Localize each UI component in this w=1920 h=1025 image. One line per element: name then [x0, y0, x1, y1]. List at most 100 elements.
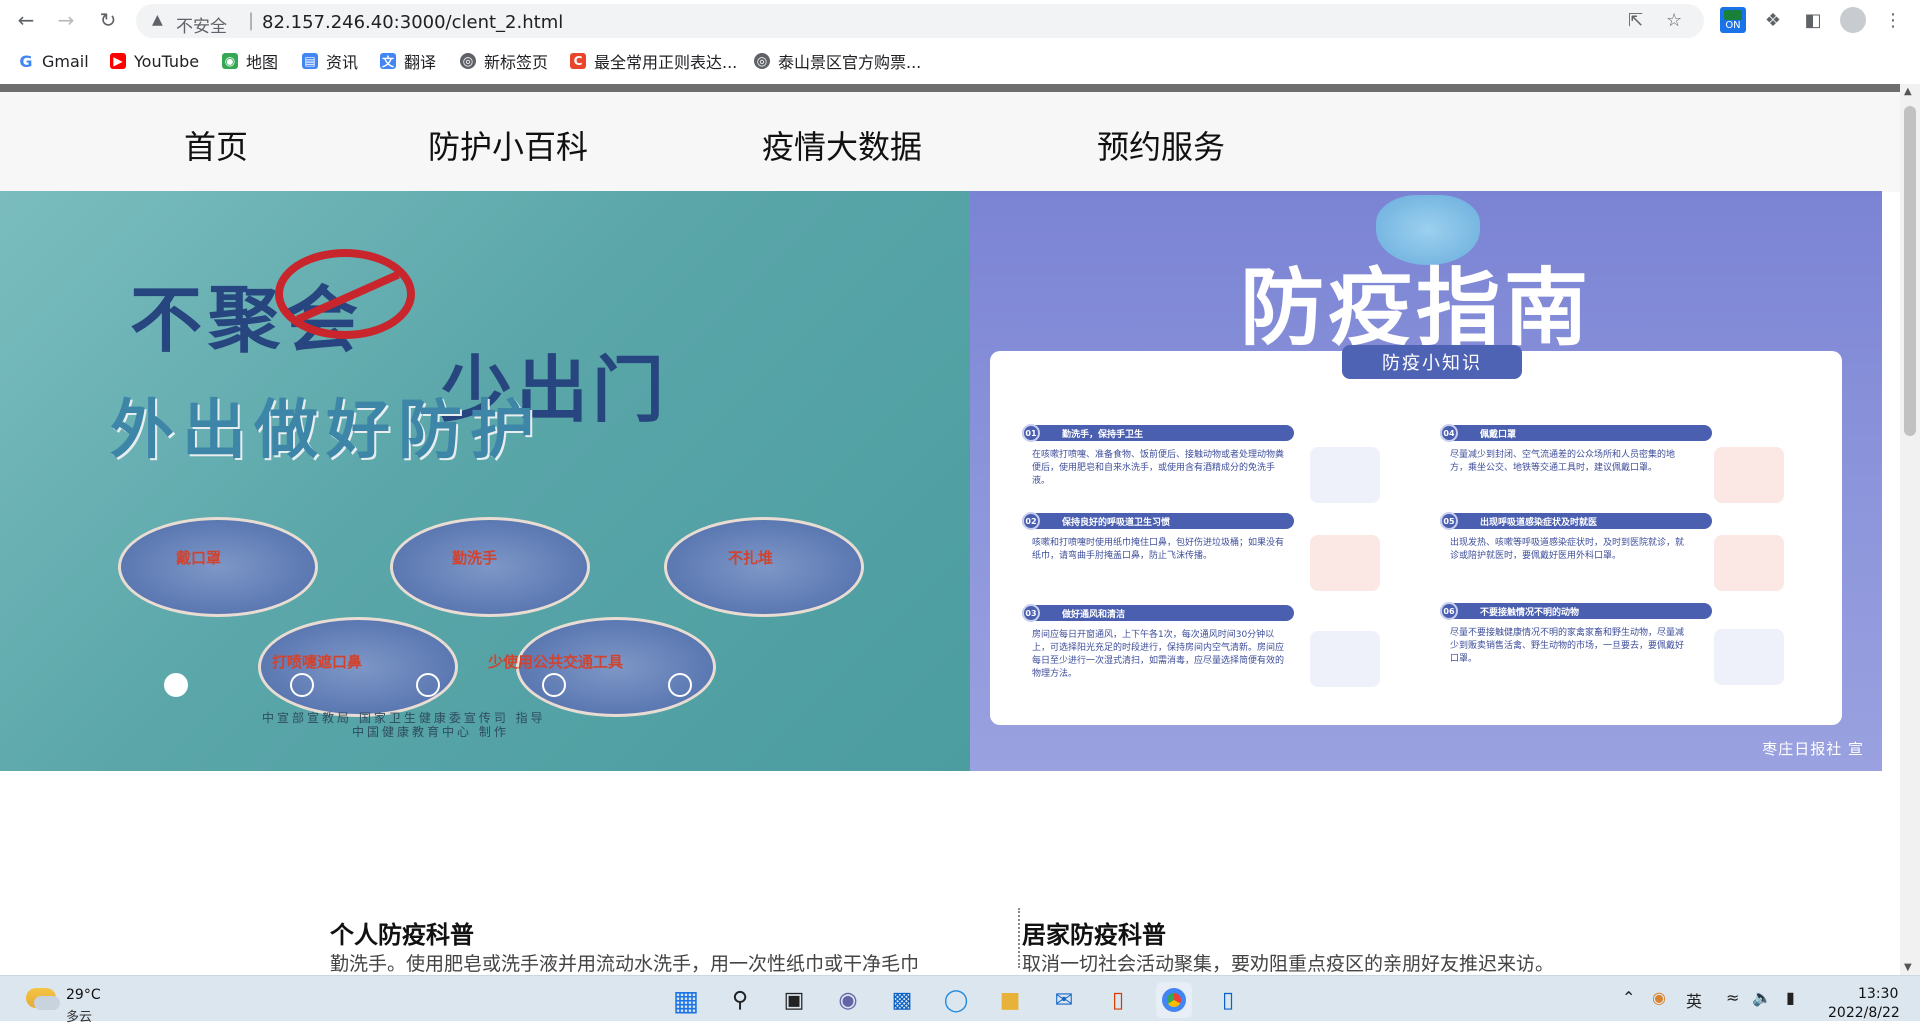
weather-temperature[interactable]: 29°C	[66, 987, 101, 1003]
poster-guide: 防疫指南 防疫小知识 01 勤洗手，保持手卫生 在咳嗽打喷嚏、准备食物、饭前便后、…	[970, 191, 1882, 771]
mask-illustration	[1714, 447, 1784, 503]
explorer-icon[interactable]: ■	[992, 982, 1028, 1018]
banner-carousel[interactable]: 不聚会 少出门 外出做好防护 戴口罩 勤洗手 不扎堆 打喷嚏遮口鼻 少使用公共交…	[0, 191, 1882, 771]
carousel-dot[interactable]	[290, 673, 314, 697]
scroll-down-icon[interactable]: ▼	[1904, 962, 1912, 973]
carousel-dot[interactable]	[668, 673, 692, 697]
carousel-dot[interactable]	[416, 673, 440, 697]
bookmark-gmail[interactable]: G Gmail	[18, 50, 88, 72]
nav-booking-service[interactable]: 预约服务	[1097, 122, 1225, 168]
tip-header: 05 出现呼吸道感染症状及时就医	[1440, 512, 1712, 530]
poster-item-label: 勤洗手	[452, 549, 498, 567]
handwash-illustration	[1310, 447, 1380, 503]
poster-headline-3: 外出做好防护	[110, 393, 542, 468]
carousel-dots	[164, 673, 692, 697]
guide-title: 防疫指南	[1240, 259, 1593, 357]
nav-epidemic-data[interactable]: 疫情大数据	[762, 122, 922, 168]
battery-icon[interactable]: ▮	[1786, 988, 1795, 1007]
globe-icon: ◎	[460, 53, 476, 69]
maps-icon: ◉	[222, 53, 238, 69]
tip-header: 04 佩戴口罩	[1440, 424, 1712, 442]
section-text: 勤洗手。使用肥皂或洗手液并用流动水洗手，用一次性纸巾或干净毛巾	[330, 953, 920, 975]
partly-cloudy-icon[interactable]	[26, 988, 60, 1010]
forward-icon[interactable]: →	[52, 6, 80, 34]
vertical-scrollbar[interactable]: ▲ ▼	[1900, 84, 1920, 975]
prohibited-icon	[275, 249, 415, 339]
browser-chrome: ← → ↻ ▲ 不安全 | 82.157.246.40:3000/clent_2…	[0, 0, 1920, 84]
browser-toolbar: ← → ↻ ▲ 不安全 | 82.157.246.40:3000/clent_2…	[0, 0, 1920, 41]
share-icon[interactable]: ⇱	[1628, 10, 1643, 31]
tip-body: 房间应每日开窗通风，上下午各1次，每次通风时间30分钟以上，可选择阳光充足的时段…	[1032, 630, 1285, 679]
scroll-up-icon[interactable]: ▲	[1904, 86, 1912, 97]
clock-time[interactable]: 13:30	[1858, 986, 1898, 1002]
page-top-strip	[0, 84, 1900, 92]
poster-item-label: 戴口罩	[176, 549, 222, 567]
poster-item-label: 打喷嚏遮口鼻	[272, 653, 363, 671]
tip-body: 出现发热、咳嗽等呼吸道感染症状时，及时到医院就诊，就诊或陪护就医时，要佩戴好医用…	[1450, 538, 1685, 561]
bookmark-news[interactable]: ▤ 资讯	[302, 50, 358, 72]
phone-link-icon[interactable]: ▯	[1210, 982, 1246, 1018]
poster-item-label: 不扎堆	[728, 549, 774, 567]
carousel-dot[interactable]	[542, 673, 566, 697]
section-title: 个人防疫科普	[330, 921, 474, 949]
ime-indicator[interactable]: 英	[1686, 988, 1702, 1012]
poster-credit: 中国健康教育中心 制作	[352, 725, 509, 739]
security-label: 不安全	[176, 17, 227, 37]
tip-body: 尽量减少到封闭、空气流通差的公众场所和人员密集的地方，乘坐公交、地铁等交通工具时…	[1450, 450, 1676, 473]
scroll-thumb[interactable]	[1904, 106, 1916, 436]
bookmarks-bar: G Gmail ▶ YouTube ◉ 地图 ▤ 资讯 文 翻译 ◎ 新标签页 …	[0, 44, 1920, 78]
volume-muted-icon[interactable]: 🔈	[1752, 988, 1772, 1007]
reload-icon[interactable]: ↻	[94, 6, 122, 34]
chevron-up-icon[interactable]: ⌃	[1622, 988, 1635, 1007]
gmail-icon: G	[19, 51, 33, 71]
csdn-icon: C	[570, 53, 586, 69]
bookmark-regex[interactable]: C 最全常用正则表达...	[570, 50, 737, 72]
translate-icon: 文	[380, 53, 396, 69]
wifi-icon[interactable]: ≈	[1726, 988, 1739, 1007]
profile-avatar[interactable]	[1840, 7, 1866, 33]
doctor-illustration	[1714, 535, 1784, 591]
nav-protection-wiki[interactable]: 防护小百科	[428, 122, 588, 168]
page-viewport: 首页 防护小百科 疫情大数据 预约服务 不聚会 少出门 外出做好防护 戴口罩 勤…	[0, 84, 1900, 975]
address-separator: |	[248, 10, 255, 31]
clock-date[interactable]: 2022/8/22	[1828, 1005, 1900, 1021]
extensions-puzzle-icon[interactable]: ❖	[1760, 7, 1786, 33]
youtube-icon: ▶	[110, 53, 126, 69]
bookmark-new-tab[interactable]: ◎ 新标签页	[460, 50, 548, 72]
bat-illustration	[1714, 629, 1784, 685]
carousel-dot[interactable]	[164, 673, 188, 697]
chat-icon[interactable]: ◉	[830, 982, 866, 1018]
url-text[interactable]: 82.157.246.40:3000/clent_2.html	[262, 12, 563, 33]
bookmark-translate[interactable]: 文 翻译	[380, 50, 436, 72]
bookmark-taishan[interactable]: ◎ 泰山景区官方购票...	[754, 50, 921, 72]
windows-taskbar: 29°C 多云 ▦ ⚲ ▣ ◉ ▩ ◯ ■ ✉ ▯ ▯ ⌃ ◉ 英 ≈ 🔈 ▮ …	[0, 975, 1920, 1025]
tip-body: 咳嗽和打喷嚏时使用纸巾掩住口鼻，包好伤进垃圾桶；如果没有纸巾，请弯曲手肘掩盖口鼻…	[1032, 538, 1285, 561]
windows-start-icon[interactable]: ▦	[668, 982, 704, 1018]
menu-kebab-icon[interactable]: ⋮	[1880, 7, 1906, 33]
side-panel-icon[interactable]: ◧	[1800, 7, 1826, 33]
cough-illustration	[1310, 535, 1380, 591]
guide-pill: 防疫小知识	[1342, 345, 1522, 379]
office-icon[interactable]: ▯	[1100, 982, 1136, 1018]
bookmark-maps[interactable]: ◉ 地图	[222, 50, 278, 72]
extension-on-icon[interactable]: ON	[1720, 7, 1746, 33]
edge-icon[interactable]: ◯	[938, 982, 974, 1018]
ventilation-illustration	[1310, 631, 1380, 687]
globe-icon: ◎	[754, 53, 770, 69]
tip-header: 02 保持良好的呼吸道卫生习惯	[1022, 512, 1294, 530]
bookmark-youtube[interactable]: ▶ YouTube	[110, 50, 199, 72]
app-tray-icon[interactable]: ◉	[1652, 988, 1666, 1007]
bookmark-star-icon[interactable]: ☆	[1666, 10, 1682, 31]
address-bar[interactable]: ▲ 不安全 | 82.157.246.40:3000/clent_2.html …	[136, 4, 1704, 38]
search-icon[interactable]: ⚲	[722, 982, 758, 1018]
chrome-icon[interactable]	[1156, 982, 1192, 1018]
weather-description[interactable]: 多云	[66, 1006, 92, 1025]
nav-home[interactable]: 首页	[184, 122, 248, 168]
mail-icon[interactable]: ✉	[1046, 982, 1082, 1018]
back-icon[interactable]: ←	[12, 6, 40, 34]
tip-body: 在咳嗽打喷嚏、准备食物、饭前便后、接触动物或者处理动物粪便后，使用肥皂和自来水洗…	[1032, 450, 1285, 486]
tip-header: 06 不要接触情况不明的动物	[1440, 602, 1712, 620]
section-title: 居家防疫科普	[1022, 921, 1166, 949]
task-view-icon[interactable]: ▣	[776, 982, 812, 1018]
store-icon[interactable]: ▩	[884, 982, 920, 1018]
